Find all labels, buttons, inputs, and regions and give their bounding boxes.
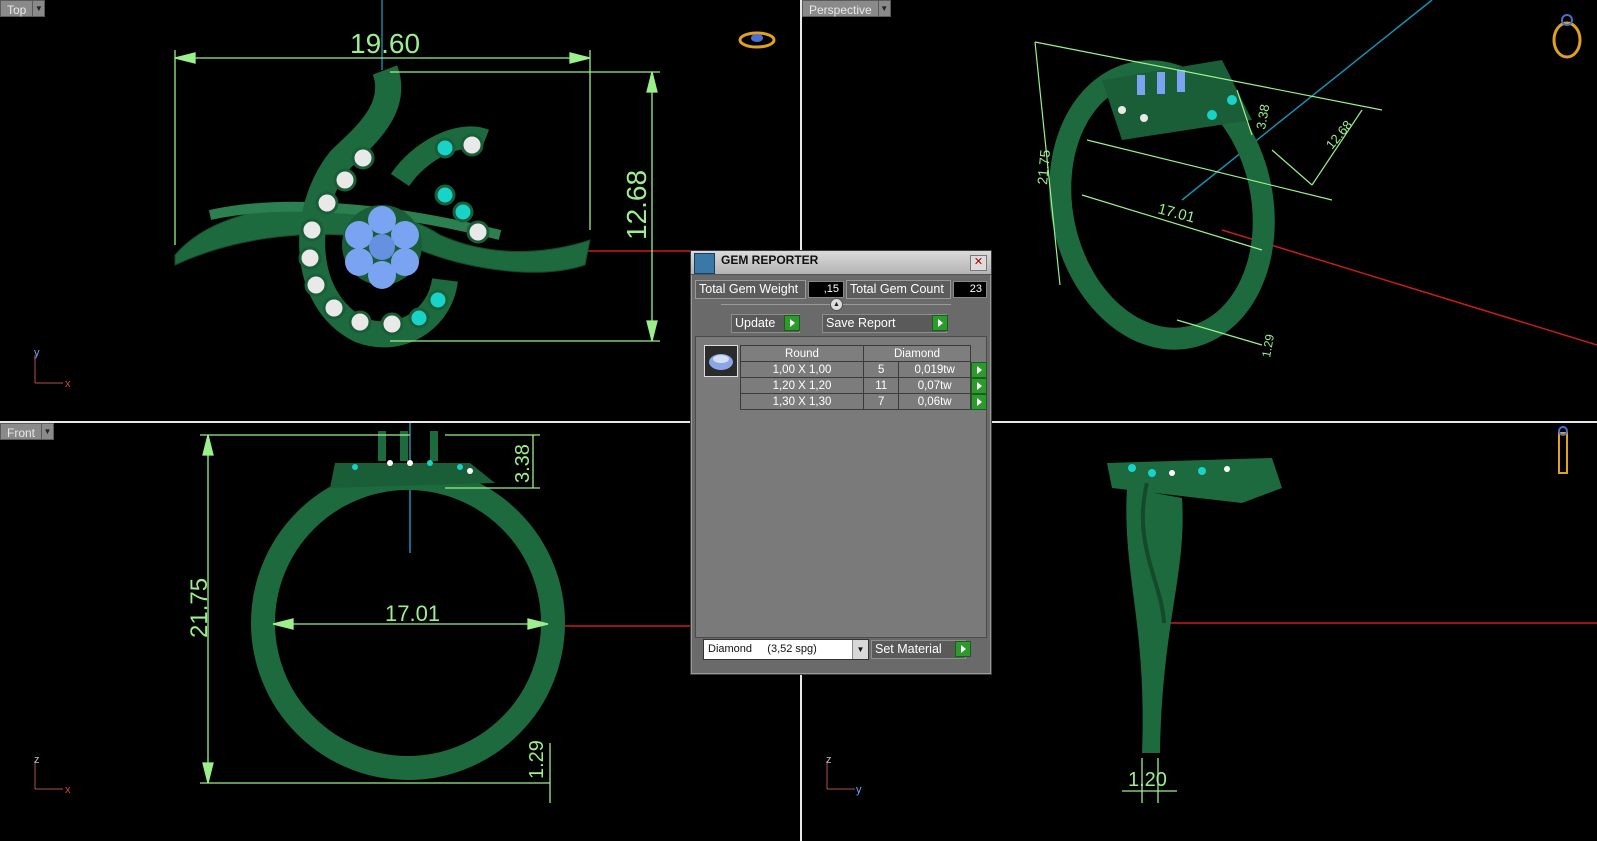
collapse-arrow-icon[interactable]: ▲	[830, 298, 843, 311]
gem-table: Round Diamond 1,00 X 1,00 5 0,019tw 1,20…	[740, 345, 987, 410]
set-material-button[interactable]: Set Material	[871, 640, 966, 659]
round-diamond-icon	[704, 345, 738, 377]
set-material-go-icon[interactable]	[955, 641, 971, 657]
update-go-icon[interactable]	[784, 315, 800, 331]
row-go-icon[interactable]	[971, 393, 987, 410]
gem-reporter-panel[interactable]: GEM REPORTER ✕ Total Gem Weight ,15 Tota…	[690, 250, 992, 675]
total-gem-weight-value: ,15	[808, 281, 844, 298]
persp-dim-b: 17.01	[1156, 200, 1197, 226]
top-dim-height: 12.68	[621, 170, 652, 240]
viewport-label-top[interactable]: Top ▼	[0, 0, 46, 17]
axis-widget-front: z x	[34, 754, 71, 796]
center-flower	[342, 205, 422, 289]
viewport-menu-icon[interactable]: ▼	[33, 0, 46, 17]
svg-text:z: z	[826, 754, 832, 766]
front-view-canvas[interactable]: 21.75 3.38 17.01 1.29 z x	[0, 423, 800, 841]
front-dim-height: 21.75	[186, 578, 213, 638]
persp-dim-c: 12.68	[1323, 117, 1355, 152]
front-dim-bottom: 1.29	[526, 740, 548, 779]
viewport-menu-icon[interactable]: ▼	[878, 0, 891, 17]
row-go-icon[interactable]	[971, 377, 987, 394]
total-gem-count-value: 23	[953, 281, 987, 298]
save-report-button[interactable]: Save Report	[822, 314, 947, 333]
persp-dim-e: 1.29	[1259, 333, 1277, 359]
viewport-menu-icon[interactable]: ▼	[42, 423, 55, 440]
axis-widget-side: z y	[826, 754, 862, 796]
front-dim-inner: 17.01	[385, 601, 440, 626]
table-row[interactable]: 1,30 X 1,30 7 0,06tw	[740, 393, 987, 410]
material-select[interactable]: Diamond (3,52 spg) ▼	[703, 639, 869, 660]
top-dim-width: 19.60	[350, 28, 420, 59]
col-shape-header: Round	[740, 345, 864, 362]
gem-reporter-title: GEM REPORTER	[721, 253, 819, 267]
chevron-down-icon[interactable]: ▼	[852, 640, 868, 659]
side-dim-bottom: 1.20	[1128, 769, 1167, 791]
svg-text:y: y	[856, 784, 862, 796]
svg-text:x: x	[65, 784, 71, 796]
top-view-canvas[interactable]: 19.60 12.68 y x	[0, 0, 800, 421]
table-row[interactable]: 1,20 X 1,20 11 0,07tw	[740, 377, 987, 394]
ring-side-icon	[1558, 426, 1568, 474]
ring-perspective-icon	[1552, 14, 1582, 59]
save-report-go-icon[interactable]	[932, 315, 948, 331]
svg-text:y: y	[34, 347, 40, 359]
svg-text:x: x	[65, 378, 71, 390]
persp-dim-d: 3.38	[1253, 103, 1272, 131]
table-row[interactable]: 1,00 X 1,00 5 0,019tw	[740, 361, 987, 378]
close-icon[interactable]: ✕	[970, 255, 987, 271]
gem-reporter-titlebar[interactable]: GEM REPORTER ✕	[691, 251, 991, 275]
total-gem-count-label: Total Gem Count	[846, 280, 951, 299]
axis-widget-top: y x	[34, 347, 71, 390]
ring-top-icon	[738, 31, 776, 49]
persp-dim-a: 21.75	[1034, 149, 1053, 186]
svg-text:z: z	[34, 754, 40, 766]
gem-reporter-icon	[694, 253, 715, 274]
total-gem-weight-label: Total Gem Weight	[695, 280, 806, 299]
gem-list-area[interactable]: Round Diamond 1,00 X 1,00 5 0,019tw 1,20…	[695, 336, 987, 638]
viewport-front[interactable]: 21.75 3.38 17.01 1.29 z x Front ▼	[0, 423, 800, 841]
viewport-label-front[interactable]: Front ▼	[0, 423, 55, 440]
front-dim-top: 3.38	[512, 444, 534, 483]
row-go-icon[interactable]	[971, 361, 987, 378]
viewport-top[interactable]: 19.60 12.68 y x Top ▼	[0, 0, 800, 421]
viewport-label-perspective[interactable]: Perspective ▼	[802, 0, 891, 17]
col-material-header: Diamond	[863, 345, 971, 362]
